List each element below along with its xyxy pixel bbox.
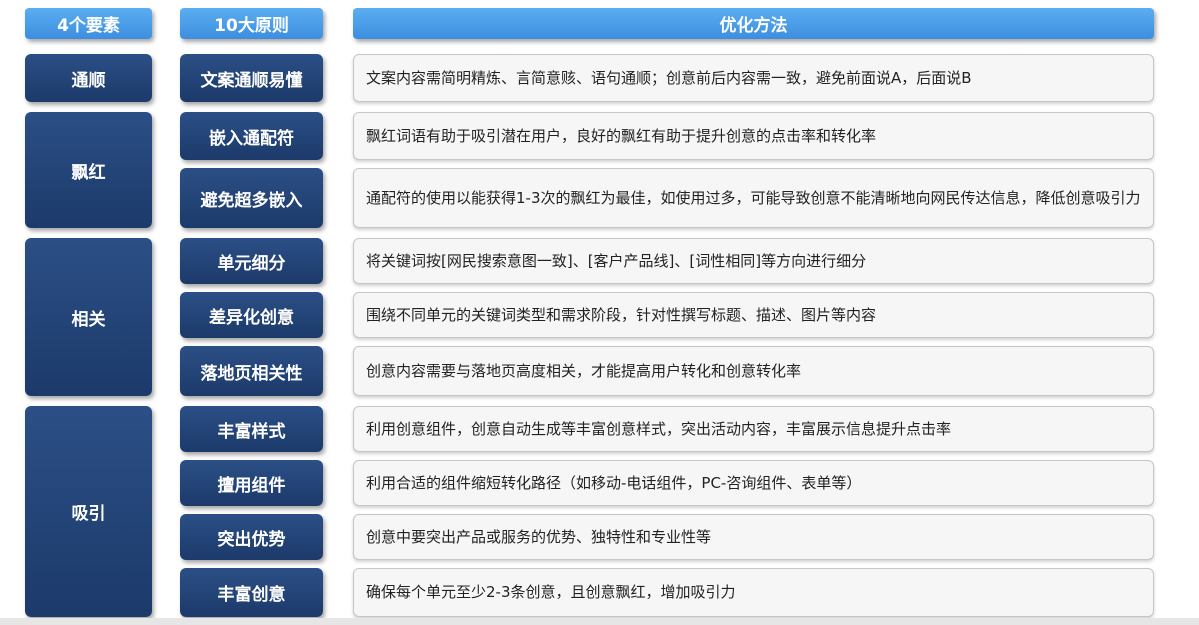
- header-principles: 10大原则: [180, 8, 323, 39]
- method-row: 通配符的使用以能获得1-3次的飘红为最佳，如使用过多，可能导致创意不能清晰地向网…: [353, 168, 1154, 228]
- principle-differentiated-creative: 差异化创意: [180, 292, 323, 338]
- header-elements: 4个要素: [25, 8, 152, 39]
- principle-rich-creative: 丰富创意: [180, 568, 323, 617]
- method-row: 确保每个单元至少2-3条创意，且创意飘红，增加吸引力: [353, 568, 1154, 617]
- principle-use-components: 擅用组件: [180, 460, 323, 506]
- method-row: 利用合适的组件缩短转化路径（如移动-电话组件，PC-咨询组件、表单等）: [353, 460, 1154, 506]
- principle-embed-wildcard: 嵌入通配符: [180, 112, 323, 160]
- method-row: 利用创意组件，创意自动生成等丰富创意样式，突出活动内容，丰富展示信息提升点击率: [353, 406, 1154, 452]
- method-row: 创意中要突出产品或服务的优势、独特性和专业性等: [353, 514, 1154, 560]
- method-row: 文案内容需简明精炼、言简意赅、语句通顺；创意前后内容需一致，避免前面说A，后面说…: [353, 54, 1154, 102]
- principle-unit-split: 单元细分: [180, 238, 323, 284]
- bottom-divider: [0, 618, 1199, 625]
- principle-fluent-copy: 文案通顺易懂: [180, 54, 323, 102]
- principle-avoid-overembed: 避免超多嵌入: [180, 168, 323, 228]
- method-row: 飘红词语有助于吸引潜在用户，良好的飘红有助于提升创意的点击率和转化率: [353, 112, 1154, 160]
- principle-rich-style: 丰富样式: [180, 406, 323, 452]
- element-highlight: 飘红: [25, 112, 152, 228]
- principle-highlight-strengths: 突出优势: [180, 514, 323, 560]
- header-methods: 优化方法: [353, 8, 1154, 39]
- element-relevance: 相关: [25, 238, 152, 396]
- method-row: 围绕不同单元的关键词类型和需求阶段，针对性撰写标题、描述、图片等内容: [353, 292, 1154, 338]
- method-row: 创意内容需要与落地页高度相关，才能提高用户转化和创意转化率: [353, 346, 1154, 396]
- element-attraction: 吸引: [25, 406, 152, 617]
- principle-landing-relevance: 落地页相关性: [180, 346, 323, 396]
- method-row: 将关键词按[网民搜索意图一致]、[客户产品线]、[词性相同]等方向进行细分: [353, 238, 1154, 284]
- element-fluency: 通顺: [25, 54, 152, 102]
